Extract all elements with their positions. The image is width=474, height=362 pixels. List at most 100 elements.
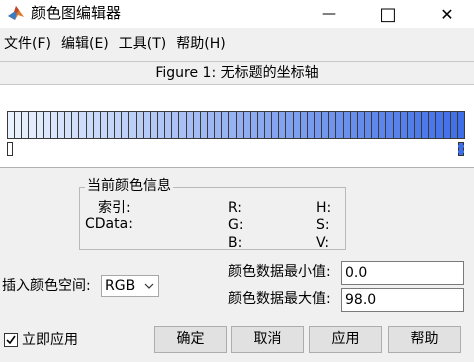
- colormap-cell[interactable]: [8, 112, 16, 138]
- colormap-cell[interactable]: [343, 112, 351, 138]
- colormap-cell[interactable]: [86, 112, 94, 138]
- colormap-cell[interactable]: [415, 112, 423, 138]
- colormap-cell[interactable]: [272, 112, 280, 138]
- colormap-cell[interactable]: [50, 112, 58, 138]
- colormap-end-marker[interactable]: [458, 142, 464, 156]
- colormap-cell[interactable]: [322, 112, 330, 138]
- colormap-cell[interactable]: [93, 112, 101, 138]
- maximize-button[interactable]: □: [365, 0, 411, 28]
- ok-button[interactable]: 确定: [154, 326, 227, 353]
- colormap-cell[interactable]: [379, 112, 387, 138]
- cancel-button[interactable]: 取消: [231, 326, 304, 353]
- colormap-cell[interactable]: [443, 112, 451, 138]
- colormap-cell[interactable]: [136, 112, 144, 138]
- menu-tools[interactable]: 工具(T): [115, 33, 172, 55]
- colormap-cell[interactable]: [300, 112, 308, 138]
- colormap-cell[interactable]: [243, 112, 251, 138]
- colormap-cell[interactable]: [150, 112, 158, 138]
- colormap-cell[interactable]: [250, 112, 258, 138]
- colormap-cell[interactable]: [236, 112, 244, 138]
- apply-immediately-label[interactable]: 立即应用: [22, 332, 78, 349]
- colormap-cell[interactable]: [157, 112, 166, 138]
- colormap-cell[interactable]: [229, 112, 237, 138]
- s-label: S:: [316, 217, 330, 233]
- h-label: H:: [316, 200, 332, 216]
- colormap-cell[interactable]: [29, 112, 37, 138]
- colormap-cell[interactable]: [193, 112, 201, 138]
- colormap-cell[interactable]: [286, 112, 294, 138]
- matlab-logo-icon: [8, 6, 24, 20]
- colormap-cell[interactable]: [257, 112, 266, 138]
- apply-immediately-checkbox[interactable]: [4, 333, 18, 347]
- colormap-cell[interactable]: [393, 112, 401, 138]
- colormap-cell[interactable]: [357, 112, 366, 138]
- interp-space-select[interactable]: RGB: [101, 275, 159, 297]
- menu-help[interactable]: 帮助(H): [172, 33, 231, 55]
- g-label: G:: [228, 217, 244, 233]
- colormap-cell[interactable]: [350, 112, 358, 138]
- colormap-cell[interactable]: [215, 112, 223, 138]
- close-button[interactable]: ✕: [424, 0, 470, 28]
- menu-file[interactable]: 文件(F): [0, 33, 57, 55]
- maximize-icon: □: [379, 3, 397, 25]
- colormap-cell[interactable]: [336, 112, 344, 138]
- colormap-cell[interactable]: [107, 112, 116, 138]
- interp-space-value: RGB: [105, 278, 136, 294]
- colormap-cell[interactable]: [57, 112, 66, 138]
- colormap-cell[interactable]: [386, 112, 394, 138]
- cdata-min-label: 颜色数据最小值:: [228, 264, 331, 280]
- colormap-cell[interactable]: [100, 112, 108, 138]
- help-button[interactable]: 帮助: [388, 326, 461, 353]
- colormap-strip[interactable]: [7, 111, 465, 139]
- apply-button[interactable]: 应用: [309, 326, 382, 353]
- figure-title: Figure 1: 无标题的坐标轴: [0, 61, 474, 85]
- colormap-cell[interactable]: [307, 112, 316, 138]
- menu-bar: 文件(F) 编辑(E) 工具(T) 帮助(H): [0, 33, 474, 55]
- index-label: 索引:: [98, 200, 131, 216]
- colormap-cell[interactable]: [79, 112, 87, 138]
- colormap-cell[interactable]: [129, 112, 137, 138]
- colormap-cell[interactable]: [450, 112, 458, 138]
- cdata-max-field[interactable]: 98.0: [341, 288, 464, 312]
- minimize-icon: —: [322, 6, 336, 22]
- colormap-cell[interactable]: [372, 112, 380, 138]
- colormap-cell[interactable]: [293, 112, 301, 138]
- colormap-cell[interactable]: [315, 112, 323, 138]
- colormap-cell[interactable]: [22, 112, 30, 138]
- close-icon: ✕: [440, 4, 454, 24]
- colormap-cell[interactable]: [200, 112, 208, 138]
- colormap-cell[interactable]: [143, 112, 151, 138]
- colormap-cell[interactable]: [429, 112, 437, 138]
- colormap-cell[interactable]: [72, 112, 80, 138]
- colormap-cell[interactable]: [407, 112, 416, 138]
- cdata-min-field[interactable]: 0.0: [341, 261, 464, 285]
- colormap-cell[interactable]: [186, 112, 194, 138]
- colormap-cell[interactable]: [207, 112, 216, 138]
- r-label: R:: [228, 200, 243, 216]
- v-label: V:: [316, 235, 330, 251]
- colormap-cell[interactable]: [436, 112, 444, 138]
- colormap-cell[interactable]: [422, 112, 430, 138]
- colormap-cell[interactable]: [265, 112, 273, 138]
- colormap-cell[interactable]: [43, 112, 51, 138]
- colormap-cell[interactable]: [65, 112, 73, 138]
- colormap-cell[interactable]: [365, 112, 373, 138]
- colormap-cell[interactable]: [329, 112, 337, 138]
- colormap-cell[interactable]: [279, 112, 287, 138]
- colormap-cell[interactable]: [15, 112, 23, 138]
- colormap-cell[interactable]: [172, 112, 180, 138]
- cdata-max-label: 颜色数据最大值:: [228, 291, 331, 307]
- colormap-cell[interactable]: [179, 112, 187, 138]
- colormap-cell[interactable]: [400, 112, 408, 138]
- menu-edit[interactable]: 编辑(E): [57, 33, 115, 55]
- colormap-cell[interactable]: [165, 112, 173, 138]
- colormap-cell[interactable]: [222, 112, 230, 138]
- cdata-label: CData:: [85, 216, 133, 232]
- colormap-start-marker[interactable]: [7, 142, 13, 156]
- minimize-button[interactable]: —: [306, 0, 352, 28]
- colormap-cell[interactable]: [36, 112, 44, 138]
- colormap-cell[interactable]: [122, 112, 130, 138]
- colormap-cell[interactable]: [115, 112, 123, 138]
- colormap-cell[interactable]: [457, 112, 464, 138]
- b-label: B:: [228, 235, 243, 251]
